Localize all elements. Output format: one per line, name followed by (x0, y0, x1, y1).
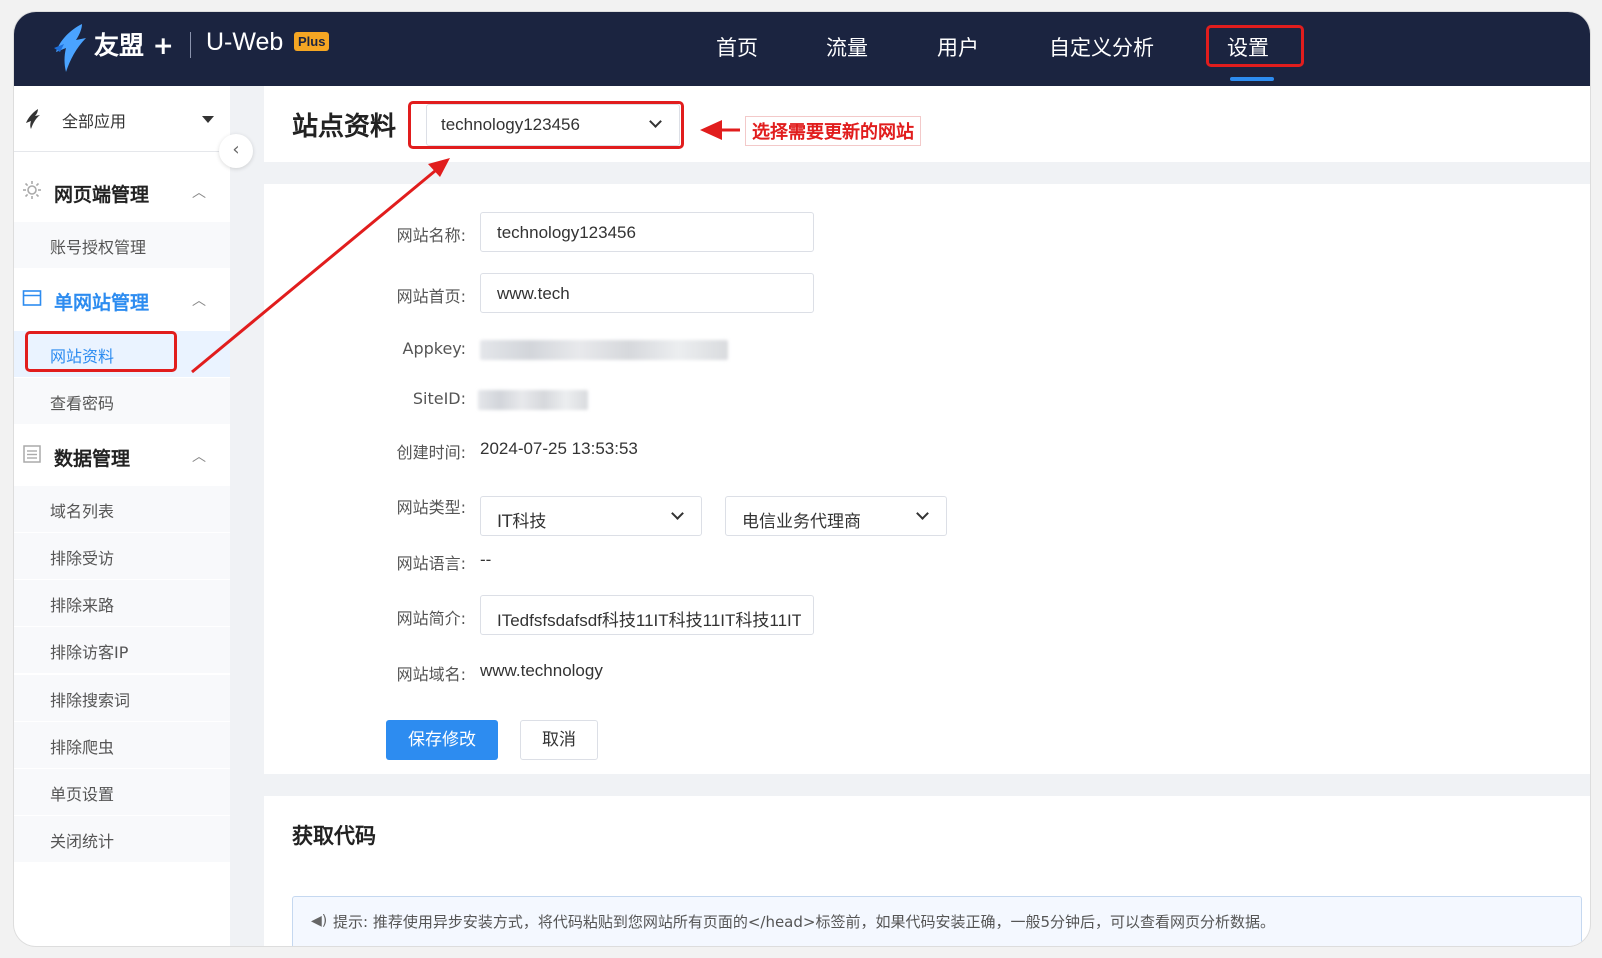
get-code-section: 获取代码 ◀) 提示: 推荐使用异步安装方式，将代码粘贴到您网站所有页面的</h… (264, 796, 1590, 946)
sidebar-item-view-password[interactable]: 查看密码 (14, 378, 230, 424)
chevron-up-icon: ︿ (192, 449, 206, 465)
siteid-label: SiteID: (412, 389, 466, 408)
site-name-value: technology123456 (497, 223, 636, 242)
chevron-down-icon (202, 116, 214, 123)
site-selector-highlight-box (408, 101, 684, 149)
sidebar-item-label: 关闭统计 (50, 832, 115, 851)
chevron-left-icon: ‹ (232, 139, 240, 160)
site-intro-label: 网站简介: (396, 609, 466, 628)
site-domain-label: 网站域名: (396, 665, 466, 684)
section-single-site-management[interactable]: 单网站管理 ︿ (14, 276, 230, 328)
site-type-secondary-value: 电信业务代理商 (742, 512, 861, 532)
sidebar-item-account-auth[interactable]: 账号授权管理 (14, 222, 230, 268)
site-name-input[interactable]: technology123456 (480, 212, 814, 252)
chevron-up-icon: ︿ (192, 293, 206, 309)
sidebar-item-single-page-settings[interactable]: 单页设置 (14, 769, 230, 815)
app-selector[interactable]: 全部应用 (14, 86, 230, 152)
sidebar-item-domain-list[interactable]: 域名列表 (14, 486, 230, 532)
install-tip: ◀) 提示: 推荐使用异步安装方式，将代码粘贴到您网站所有页面的</head>标… (292, 896, 1582, 946)
sidebar-item-exclude-search-terms[interactable]: 排除搜索词 (14, 675, 230, 721)
annotation-label: 选择需要更新的网站 (745, 116, 921, 146)
siteid-redacted-value (478, 390, 588, 410)
save-changes-button[interactable]: 保存修改 (386, 720, 498, 760)
sidebar-item-label: 排除来路 (50, 596, 115, 615)
sidebar-item-exclude-crawlers[interactable]: 排除爬虫 (14, 722, 230, 768)
chevron-down-icon (671, 507, 684, 520)
active-nav-indicator (1230, 77, 1274, 81)
umeng-logo-icon (54, 24, 86, 72)
sidebar-item-disable-stats[interactable]: 关闭统计 (14, 816, 230, 862)
brand-name: 友盟 + (94, 31, 174, 60)
sidebar-gutter (230, 86, 260, 946)
collapse-sidebar-button[interactable]: ‹ (219, 134, 253, 168)
product-name: U-Web (206, 28, 284, 56)
top-nav: 友盟 + U-Web Plus 首页 流量 用户 自定义分析 设置 (14, 12, 1590, 86)
site-language-label: 网站语言: (396, 554, 466, 573)
site-intro-value: ITedfsfsdafsdf科技11IT科技11IT科技11IT (497, 611, 801, 630)
site-domain-value: www.technology (480, 661, 603, 680)
app-window: 友盟 + U-Web Plus 首页 流量 用户 自定义分析 设置 全部应用 网… (14, 12, 1590, 946)
site-intro-input[interactable]: ITedfsfsdafsdf科技11IT科技11IT科技11IT (480, 595, 814, 635)
site-type-primary-select[interactable]: IT科技 (480, 496, 702, 536)
plus-badge: Plus (294, 32, 330, 51)
site-info-highlight-box (25, 331, 177, 372)
site-name-label: 网站名称: (396, 226, 466, 245)
created-time-value: 2024-07-25 13:53:53 (480, 439, 638, 458)
settings-highlight-box (1206, 25, 1304, 67)
section-web-management[interactable]: 网页端管理 ︿ (14, 168, 230, 220)
page-title: 站点资料 (292, 112, 397, 142)
sidebar-item-label: 查看密码 (50, 394, 115, 413)
site-type-secondary-select[interactable]: 电信业务代理商 (725, 496, 947, 536)
document-icon (23, 445, 41, 463)
gear-icon (23, 181, 41, 199)
site-info-form: 网站名称: technology123456 网站首页: www.tech Ap… (264, 184, 1590, 774)
chevron-up-icon: ︿ (192, 185, 206, 201)
appkey-label: Appkey: (402, 339, 467, 358)
speaker-icon: ◀) (311, 913, 328, 929)
homepage-value: www.tech (497, 284, 570, 303)
browser-window-icon (22, 290, 42, 306)
chevron-down-icon (916, 507, 929, 520)
site-type-label: 网站类型: (396, 498, 466, 517)
homepage-input[interactable]: www.tech (480, 273, 814, 313)
app-logo-icon (26, 109, 40, 129)
section-title: 数据管理 (54, 448, 131, 470)
nav-home[interactable]: 首页 (716, 32, 758, 62)
nav-users[interactable]: 用户 (937, 32, 979, 62)
homepage-label: 网站首页: (396, 287, 466, 306)
section-data-management[interactable]: 数据管理 ︿ (14, 432, 230, 484)
created-time-label: 创建时间: (396, 443, 466, 462)
sidebar-item-label: 排除受访 (50, 549, 115, 568)
section-title: 单网站管理 (54, 292, 150, 314)
sidebar-item-exclude-visitor-ip[interactable]: 排除访客IP (14, 627, 230, 673)
section-title: 获取代码 (292, 824, 376, 848)
appkey-redacted-value (480, 340, 728, 360)
sidebar-item-label: 单页设置 (50, 785, 115, 804)
sidebar-item-label: 账号授权管理 (50, 238, 147, 257)
brand-divider (190, 32, 191, 58)
nav-custom-analysis[interactable]: 自定义分析 (1049, 32, 1154, 62)
sidebar-item-exclude-visited[interactable]: 排除受访 (14, 533, 230, 579)
sidebar-item-exclude-referrer[interactable]: 排除来路 (14, 580, 230, 626)
install-tip-text: 提示: 推荐使用异步安装方式，将代码粘贴到您网站所有页面的</head>标签前，… (333, 913, 1276, 931)
site-language-value: -- (480, 550, 492, 569)
sidebar: 全部应用 网页端管理 ︿ 账号授权管理 单网站管理 ︿ 网站资料 查看密码 数据… (14, 86, 230, 946)
section-title: 网页端管理 (54, 184, 150, 206)
cancel-button[interactable]: 取消 (520, 720, 598, 760)
sidebar-item-label: 域名列表 (50, 502, 115, 521)
sidebar-item-label: 排除访客IP (50, 643, 129, 662)
site-type-primary-value: IT科技 (497, 512, 547, 532)
app-selector-label: 全部应用 (62, 112, 127, 131)
nav-traffic[interactable]: 流量 (826, 32, 868, 62)
sidebar-item-label: 排除搜索词 (50, 691, 131, 710)
sidebar-item-label: 排除爬虫 (50, 738, 115, 757)
